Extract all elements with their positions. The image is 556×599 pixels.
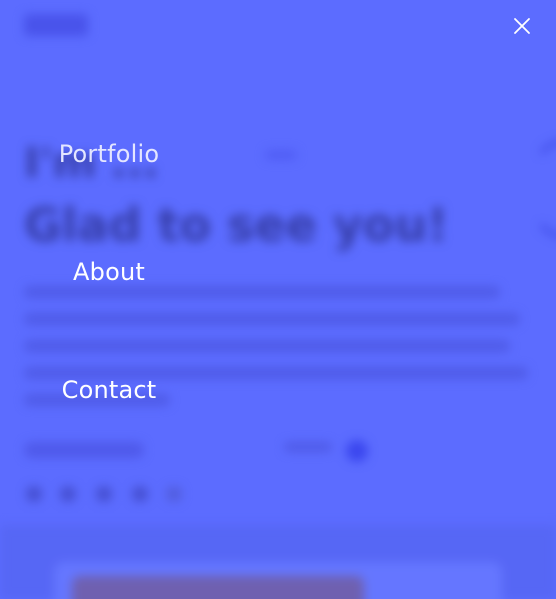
close-icon — [514, 18, 530, 34]
page: I'm ... Glad to see you! Portfolio About — [0, 0, 556, 599]
nav-menu-overlay: Portfolio About Contact — [0, 0, 556, 599]
nav-link-about[interactable]: About — [0, 258, 218, 286]
close-menu-button[interactable] — [506, 10, 538, 42]
nav-link-portfolio[interactable]: Portfolio — [0, 140, 218, 168]
nav-link-contact[interactable]: Contact — [0, 376, 218, 404]
